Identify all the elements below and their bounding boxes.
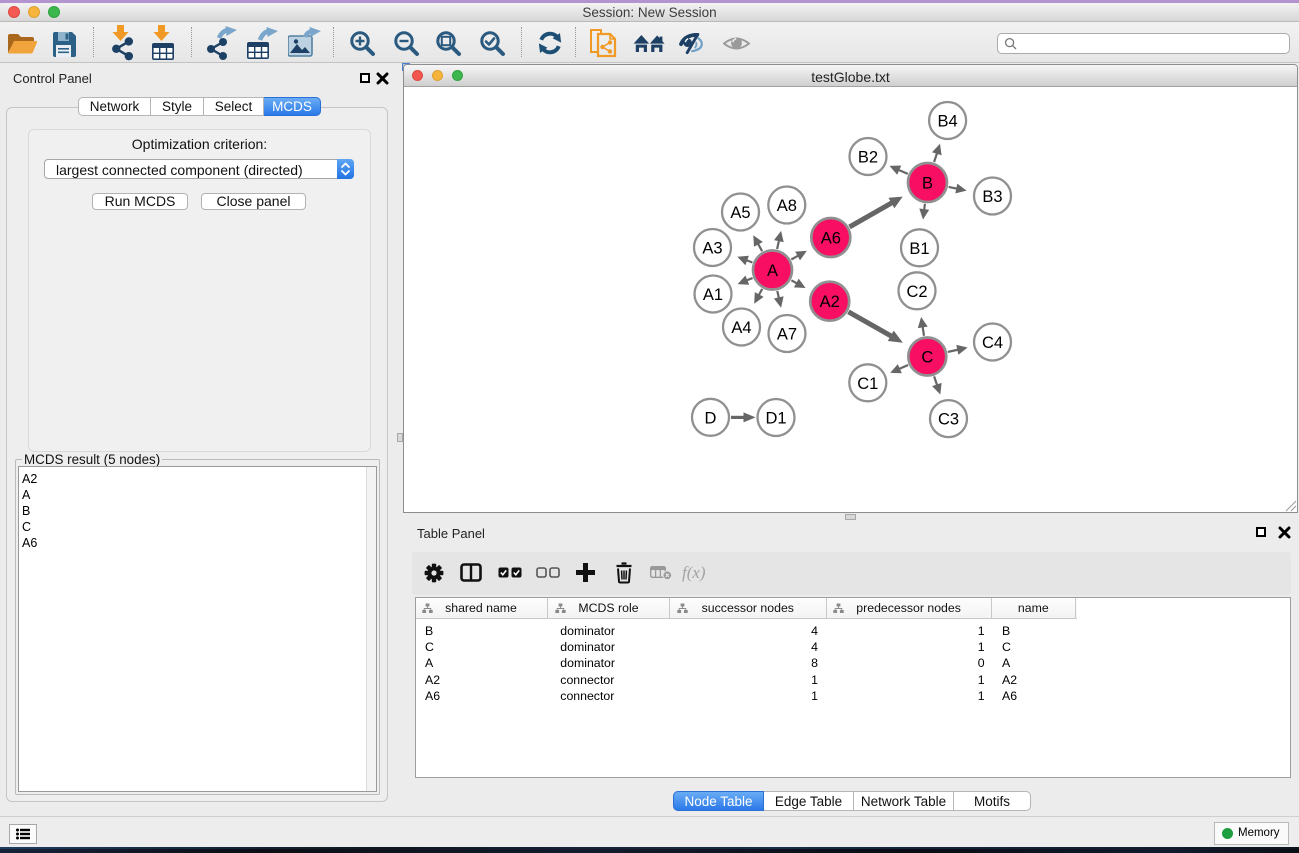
svg-text:A: A xyxy=(767,262,778,280)
svg-text:A2: A2 xyxy=(820,293,840,311)
svg-text:C3: C3 xyxy=(938,411,959,429)
svg-text:A6: A6 xyxy=(821,230,841,248)
svg-text:C1: C1 xyxy=(857,375,878,393)
svg-text:A8: A8 xyxy=(777,197,797,215)
svg-text:C: C xyxy=(921,349,933,367)
svg-text:D1: D1 xyxy=(765,410,786,428)
svg-text:A7: A7 xyxy=(777,326,797,344)
svg-text:B2: B2 xyxy=(858,149,878,167)
svg-text:A3: A3 xyxy=(702,240,722,258)
svg-text:D: D xyxy=(705,409,717,427)
svg-text:B: B xyxy=(922,175,933,193)
svg-text:B1: B1 xyxy=(909,240,929,258)
svg-text:B4: B4 xyxy=(938,113,958,131)
svg-text:B3: B3 xyxy=(982,188,1002,206)
svg-text:A1: A1 xyxy=(703,286,723,304)
svg-text:C2: C2 xyxy=(906,283,927,301)
svg-text:A4: A4 xyxy=(731,319,751,337)
svg-text:A5: A5 xyxy=(730,204,750,222)
svg-text:C4: C4 xyxy=(982,334,1003,352)
